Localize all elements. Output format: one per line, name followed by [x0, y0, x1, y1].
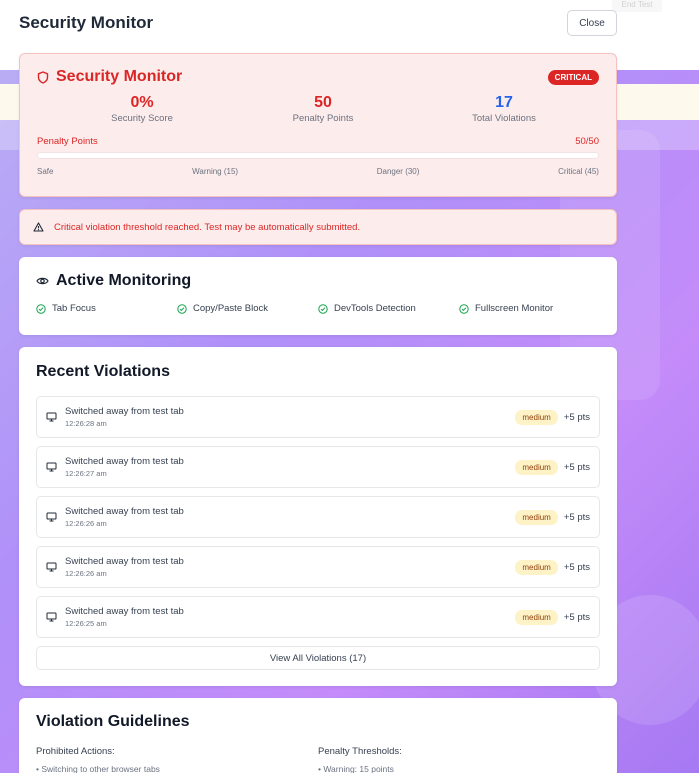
violation-points: +5 pts	[563, 611, 590, 623]
violation-time: 12:26:26 am	[65, 569, 107, 578]
violations-list: Switched away from test tab 12:26:28 am …	[36, 396, 600, 638]
critical-alert: Critical violation threshold reached. Te…	[19, 209, 617, 245]
monitor-item-label: Tab Focus	[52, 303, 96, 314]
close-button[interactable]: Close	[567, 10, 617, 36]
stat-value: 50	[314, 94, 332, 111]
list-item[interactable]: Switched away from test tab 12:26:26 am …	[36, 546, 600, 588]
monitor-item-label: DevTools Detection	[334, 303, 416, 314]
violation-time: 12:26:26 am	[65, 519, 107, 528]
severity-badge: medium	[515, 459, 558, 475]
scale-label-critical: Critical (45)	[558, 167, 599, 176]
check-circle-icon	[36, 303, 46, 314]
eye-icon	[36, 276, 49, 286]
stat-penalty-points: 50 Penalty Points	[258, 94, 388, 124]
monitor-icon	[46, 462, 57, 472]
violation-description: Switched away from test tab	[65, 606, 184, 617]
monitor-item-copy-paste: Copy/Paste Block	[177, 303, 318, 314]
penalty-progress-fill	[38, 153, 598, 158]
penalty-thresholds-heading: Penalty Thresholds:	[318, 746, 402, 757]
monitor-item-devtools: DevTools Detection	[318, 303, 459, 314]
severity-badge: medium	[515, 559, 558, 575]
violations-title: Recent Violations	[36, 363, 170, 380]
violation-guidelines-card: Violation Guidelines Prohibited Actions:…	[19, 698, 617, 773]
severity-badge: medium	[515, 609, 558, 625]
stat-label: Security Score	[111, 113, 173, 124]
monitor-icon	[46, 512, 57, 522]
monitor-item-label: Copy/Paste Block	[193, 303, 268, 314]
stat-total-violations: 17 Total Violations	[439, 94, 569, 124]
check-circle-icon	[318, 303, 328, 314]
shield-icon	[37, 70, 49, 84]
penalty-progress-bar	[37, 152, 599, 159]
scale-label-danger: Danger (30)	[376, 167, 420, 176]
monitoring-title: Active Monitoring	[56, 272, 192, 289]
violation-time: 12:26:25 am	[65, 619, 107, 628]
status-badge: CRITICAL	[547, 69, 599, 85]
check-circle-icon	[459, 303, 469, 314]
stat-value: 0%	[130, 94, 154, 111]
severity-badge: medium	[515, 409, 558, 425]
modal-header: Security Monitor Close	[0, 0, 699, 46]
list-item[interactable]: Switched away from test tab 12:26:26 am …	[36, 496, 600, 538]
severity-badge: medium	[515, 509, 558, 525]
monitor-icon	[46, 562, 57, 572]
violation-time: 12:26:28 am	[65, 419, 107, 428]
prohibited-action-item: • Switching to other browser tabs	[36, 764, 160, 773]
penalty-threshold-item: • Warning: 15 points	[318, 764, 394, 773]
scale-label-safe: Safe	[37, 167, 54, 176]
list-item[interactable]: Switched away from test tab 12:26:28 am …	[36, 396, 600, 438]
guidelines-title: Violation Guidelines	[36, 713, 190, 730]
stat-label: Total Violations	[472, 113, 536, 124]
score-card-title: Security Monitor	[56, 68, 183, 85]
stat-label: Penalty Points	[292, 113, 354, 124]
prohibited-actions-heading: Prohibited Actions:	[36, 746, 115, 757]
violation-points: +5 pts	[563, 411, 590, 423]
stat-security-score: 0% Security Score	[77, 94, 207, 124]
list-item[interactable]: Switched away from test tab 12:26:25 am …	[36, 596, 600, 638]
recent-violations-card: Recent Violations Switched away from tes…	[19, 347, 617, 686]
warning-triangle-icon	[33, 222, 44, 232]
monitor-item-fullscreen: Fullscreen Monitor	[459, 303, 600, 314]
scale-label-warning: Warning (15)	[192, 167, 239, 176]
alert-text: Critical violation threshold reached. Te…	[54, 221, 361, 233]
stat-value: 17	[495, 94, 513, 111]
violation-description: Switched away from test tab	[65, 406, 184, 417]
violation-points: +5 pts	[563, 461, 590, 473]
monitor-icon	[46, 412, 57, 422]
view-all-violations-button[interactable]: View All Violations (17)	[36, 646, 600, 670]
violation-points: +5 pts	[563, 561, 590, 573]
violation-time: 12:26:27 am	[65, 469, 107, 478]
monitor-icon	[46, 612, 57, 622]
violation-description: Switched away from test tab	[65, 506, 184, 517]
violation-points: +5 pts	[563, 511, 590, 523]
page-title: Security Monitor	[19, 13, 154, 32]
violation-description: Switched away from test tab	[65, 456, 184, 467]
check-circle-icon	[177, 303, 187, 314]
penalty-points-label: Penalty Points	[37, 136, 98, 147]
active-monitoring-card: Active Monitoring Tab Focus Copy/Paste B…	[19, 257, 617, 335]
list-item[interactable]: Switched away from test tab 12:26:27 am …	[36, 446, 600, 488]
monitor-item-label: Fullscreen Monitor	[475, 303, 554, 314]
security-score-card: Security Monitor CRITICAL 0% Security Sc…	[19, 53, 617, 197]
monitor-item-tab-focus: Tab Focus	[36, 303, 177, 314]
violation-description: Switched away from test tab	[65, 556, 184, 567]
penalty-points-value: 50/50	[575, 136, 599, 147]
